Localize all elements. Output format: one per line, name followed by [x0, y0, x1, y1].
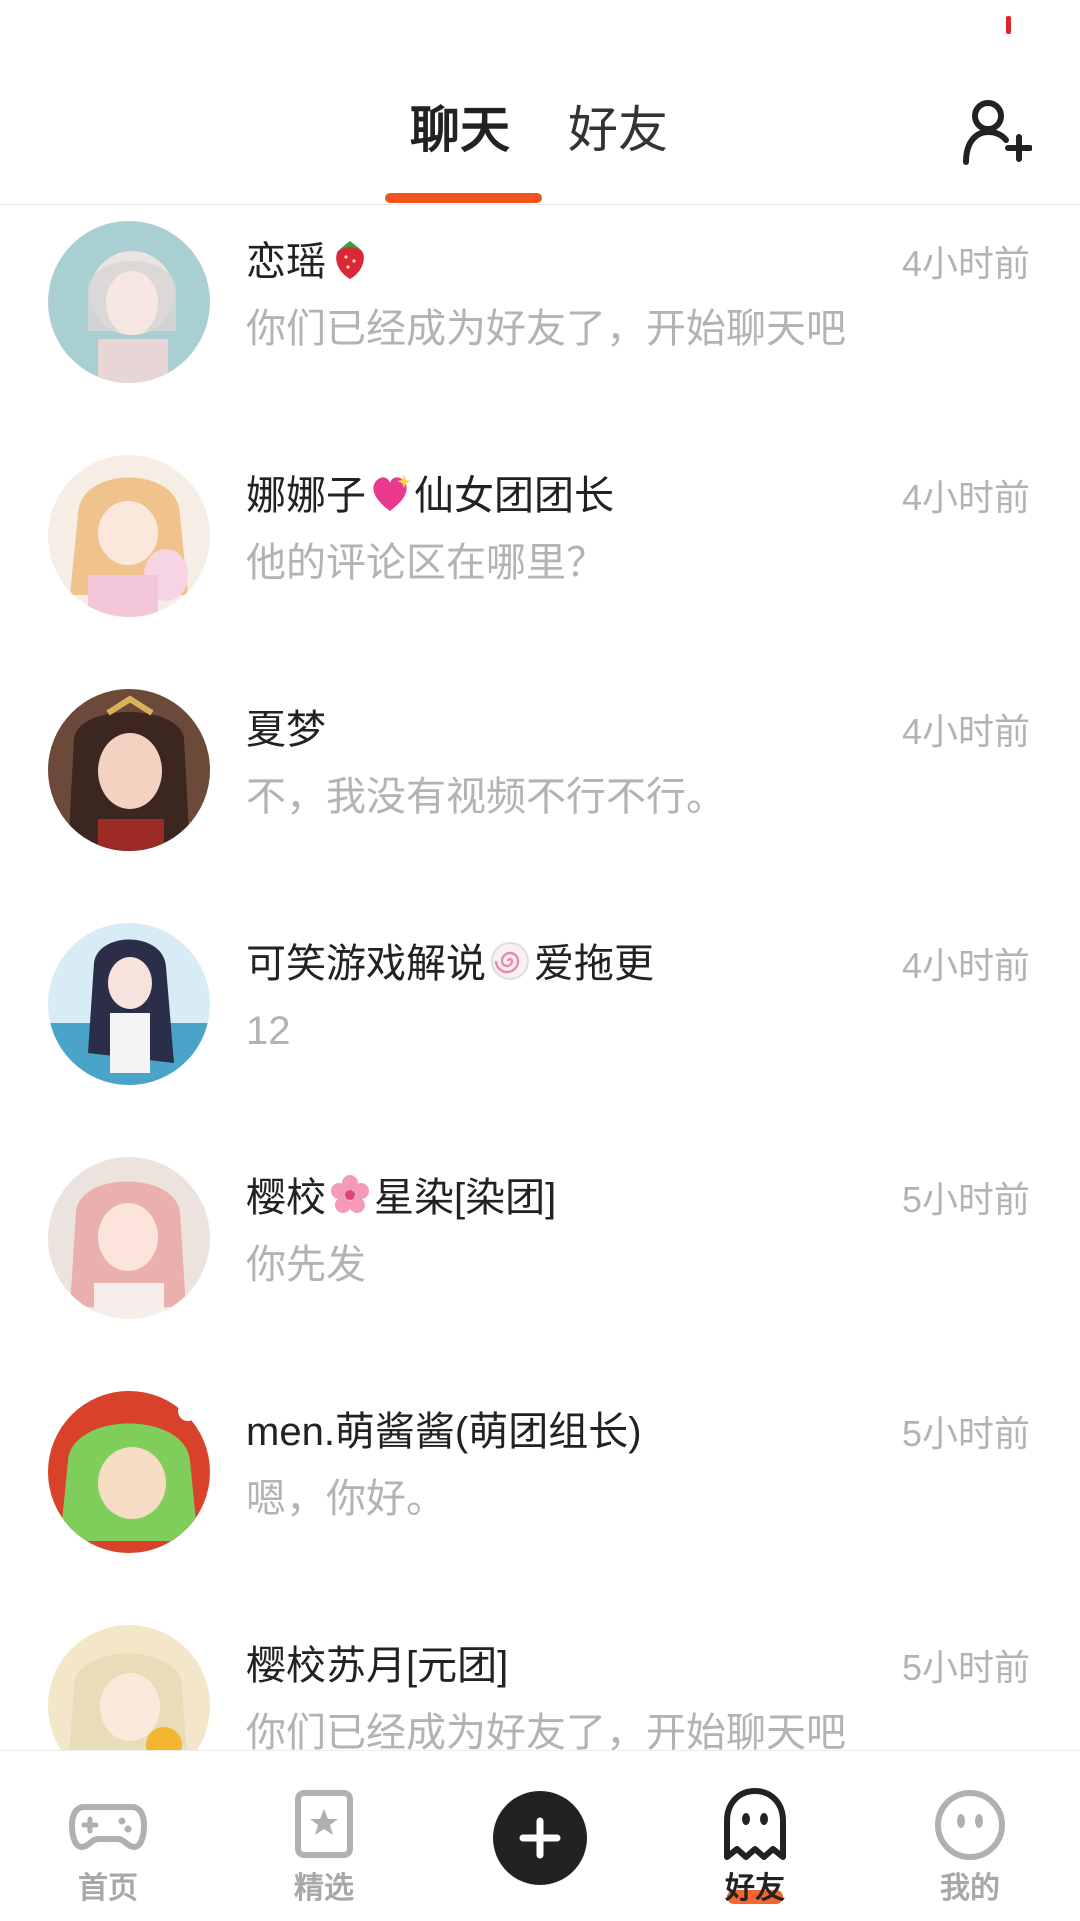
tab-chat[interactable]: 聊天 [410, 100, 510, 160]
message-preview: 你们已经成为好友了，开始聊天吧 [246, 1711, 846, 1750]
message-time: 4小时前 [901, 477, 1030, 518]
bottom-navigation: 首页 精选 好友 我的 [0, 1750, 1080, 1920]
avatar [48, 1391, 210, 1553]
nav-home[interactable]: 首页 [28, 1751, 188, 1921]
message-preview: 他的评论区在哪里？ [246, 541, 606, 585]
gamepad-icon [68, 1804, 148, 1851]
chat-row[interactable]: 樱校苏月[元团] 5小时前 你们已经成为好友了，开始聊天吧 [0, 1609, 1080, 1750]
message-time: 4小时前 [901, 945, 1030, 986]
chat-row[interactable]: 樱校 星染[染团] 5小时前 你先发 [0, 1141, 1080, 1375]
chat-row[interactable]: 娜娜子 仙女团团长 4小时前 他的评论区在哪里？ [0, 439, 1080, 673]
message-preview: 嗯，你好。 [246, 1477, 446, 1521]
message-preview: 你先发 [246, 1243, 366, 1287]
message-time: 4小时前 [901, 243, 1030, 284]
active-tab-indicator [385, 193, 542, 203]
nav-label: 精选 [294, 1872, 354, 1905]
chat-row[interactable]: 恋瑶 4小时前 你们已经成为好友了，开始聊天吧 [0, 205, 1080, 439]
avatar [48, 1625, 210, 1750]
avatar [48, 455, 210, 617]
message-preview: 你们已经成为好友了，开始聊天吧 [246, 307, 846, 351]
star-bookmark-icon [295, 1790, 353, 1858]
chat-row[interactable]: 可笑游戏解说 爱拖更 4小时前 12 [0, 907, 1080, 1141]
contact-name: 娜娜子 仙女团团长 [246, 471, 614, 521]
message-preview: 12 [246, 1009, 291, 1053]
message-preview: 不，我没有视频不行不行。 [246, 775, 726, 819]
tab-friends[interactable]: 好友 [568, 100, 668, 160]
contact-name: 夏梦 [246, 708, 326, 752]
message-time: 5小时前 [901, 1179, 1030, 1220]
contact-name: 樱校苏月[元团] [246, 1644, 509, 1688]
fish-cake-icon [491, 942, 529, 980]
chat-row[interactable]: men.萌酱酱(萌团组长) 5小时前 嗯，你好。 [0, 1375, 1080, 1609]
nav-label: 好友 [725, 1872, 785, 1905]
contact-name: men.萌酱酱(萌团组长) [246, 1410, 642, 1454]
nav-friends[interactable]: 好友 [675, 1751, 835, 1921]
nav-profile[interactable]: 我的 [890, 1751, 1050, 1921]
face-icon [935, 1790, 1005, 1860]
avatar [48, 689, 210, 851]
top-header: 聊天 好友 [0, 0, 1080, 205]
add-user-icon[interactable] [960, 96, 1032, 168]
ghost-icon [724, 1788, 786, 1860]
strawberry-icon [336, 241, 364, 279]
nav-label: 我的 [940, 1872, 1000, 1905]
message-time: 5小时前 [901, 1647, 1030, 1688]
avatar [48, 923, 210, 1085]
nav-label: 首页 [78, 1872, 138, 1905]
contact-name: 可笑游戏解说 爱拖更 [246, 939, 654, 989]
message-time: 4小时前 [901, 711, 1030, 752]
avatar [48, 1157, 210, 1319]
chat-row[interactable]: 夏梦 4小时前 不，我没有视频不行不行。 [0, 673, 1080, 907]
create-button[interactable] [493, 1791, 587, 1885]
contact-name: 恋瑶 [246, 237, 374, 287]
cherry-blossom-icon [331, 1175, 369, 1213]
contact-name: 樱校 星染[染团] [246, 1173, 556, 1223]
avatar [48, 221, 210, 383]
plus-icon [519, 1817, 561, 1859]
message-time: 5小时前 [901, 1413, 1030, 1454]
chat-list: 恋瑶 4小时前 你们已经成为好友了，开始聊天吧 娜娜子 仙女团团长 4小时前 他的… [0, 205, 1080, 1750]
sparkling-heart-icon [373, 475, 411, 511]
nav-featured[interactable]: 精选 [244, 1751, 404, 1921]
